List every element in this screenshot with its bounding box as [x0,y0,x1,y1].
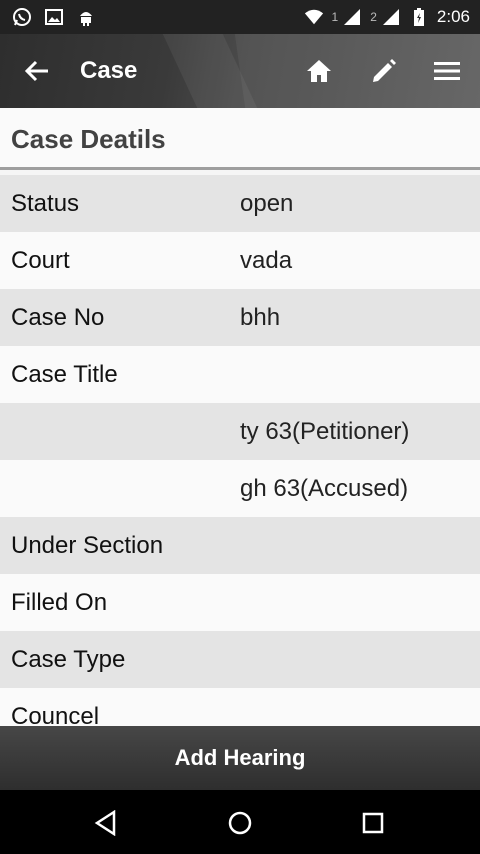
case-details-list[interactable]: Status open Court vada Case No bhh Case … [0,175,480,726]
row-label: Case Type [11,645,126,673]
menu-button[interactable] [430,54,464,88]
detail-row-case-title: Case Title [0,346,480,403]
back-arrow-icon [24,60,48,82]
image-icon [44,7,64,27]
nav-recents-button[interactable] [356,806,390,840]
menu-icon [434,62,460,80]
row-value: gh 63(Accused) [240,474,409,502]
row-label: Filled On [11,588,108,616]
row-label: Status [11,189,80,217]
back-button[interactable] [20,55,54,87]
home-button[interactable] [302,54,336,88]
row-label: Court [11,246,70,274]
detail-row-court: Court vada [0,232,480,289]
clock: 2:06 [436,7,470,26]
status-bar: 1 2 2:06 [0,0,480,34]
home-icon [307,60,331,82]
detail-row-councel: Councel [0,688,480,726]
detail-row-petitioner: ty 63(Petitioner) [0,403,480,460]
row-value: ty 63(Petitioner) [240,417,410,445]
row-value: open [240,189,294,217]
recents-square-icon [362,812,384,834]
section-title: Case Deatils [11,124,166,154]
back-triangle-icon [94,810,116,836]
section-header: Case Deatils [0,108,480,170]
signal-icon [381,7,401,27]
page-title: Case [80,57,138,84]
detail-row-filled-on: Filled On [0,574,480,631]
edit-pencil-icon [373,59,396,82]
nav-back-button[interactable] [89,806,123,840]
nav-home-button[interactable] [223,806,257,840]
sim2-label: 2 [370,10,377,24]
detail-row-case-no: Case No bhh [0,289,480,346]
row-value: bhh [240,303,281,331]
sim1-label: 1 [331,10,339,24]
wifi-icon [304,7,324,27]
row-label: Councel [11,702,100,727]
detail-row-case-type: Case Type [0,631,480,688]
row-label: Case Title [11,360,118,388]
row-label: Case No [11,303,105,331]
whatsapp-icon [12,7,32,27]
row-label: Under Section [11,531,164,559]
signal-icon [342,7,362,27]
detail-row-under-section: Under Section [0,517,480,574]
detail-row-accused: gh 63(Accused) [0,460,480,517]
row-value: vada [240,246,293,274]
battery-charging-icon [409,7,429,27]
detail-row-status: Status open [0,175,480,232]
app-toolbar: Case [0,34,480,108]
edit-button[interactable] [367,54,401,88]
home-circle-icon [228,811,252,835]
add-hearing-button[interactable]: Add Hearing [0,726,480,790]
system-nav-bar [0,790,480,854]
android-icon [76,7,96,27]
